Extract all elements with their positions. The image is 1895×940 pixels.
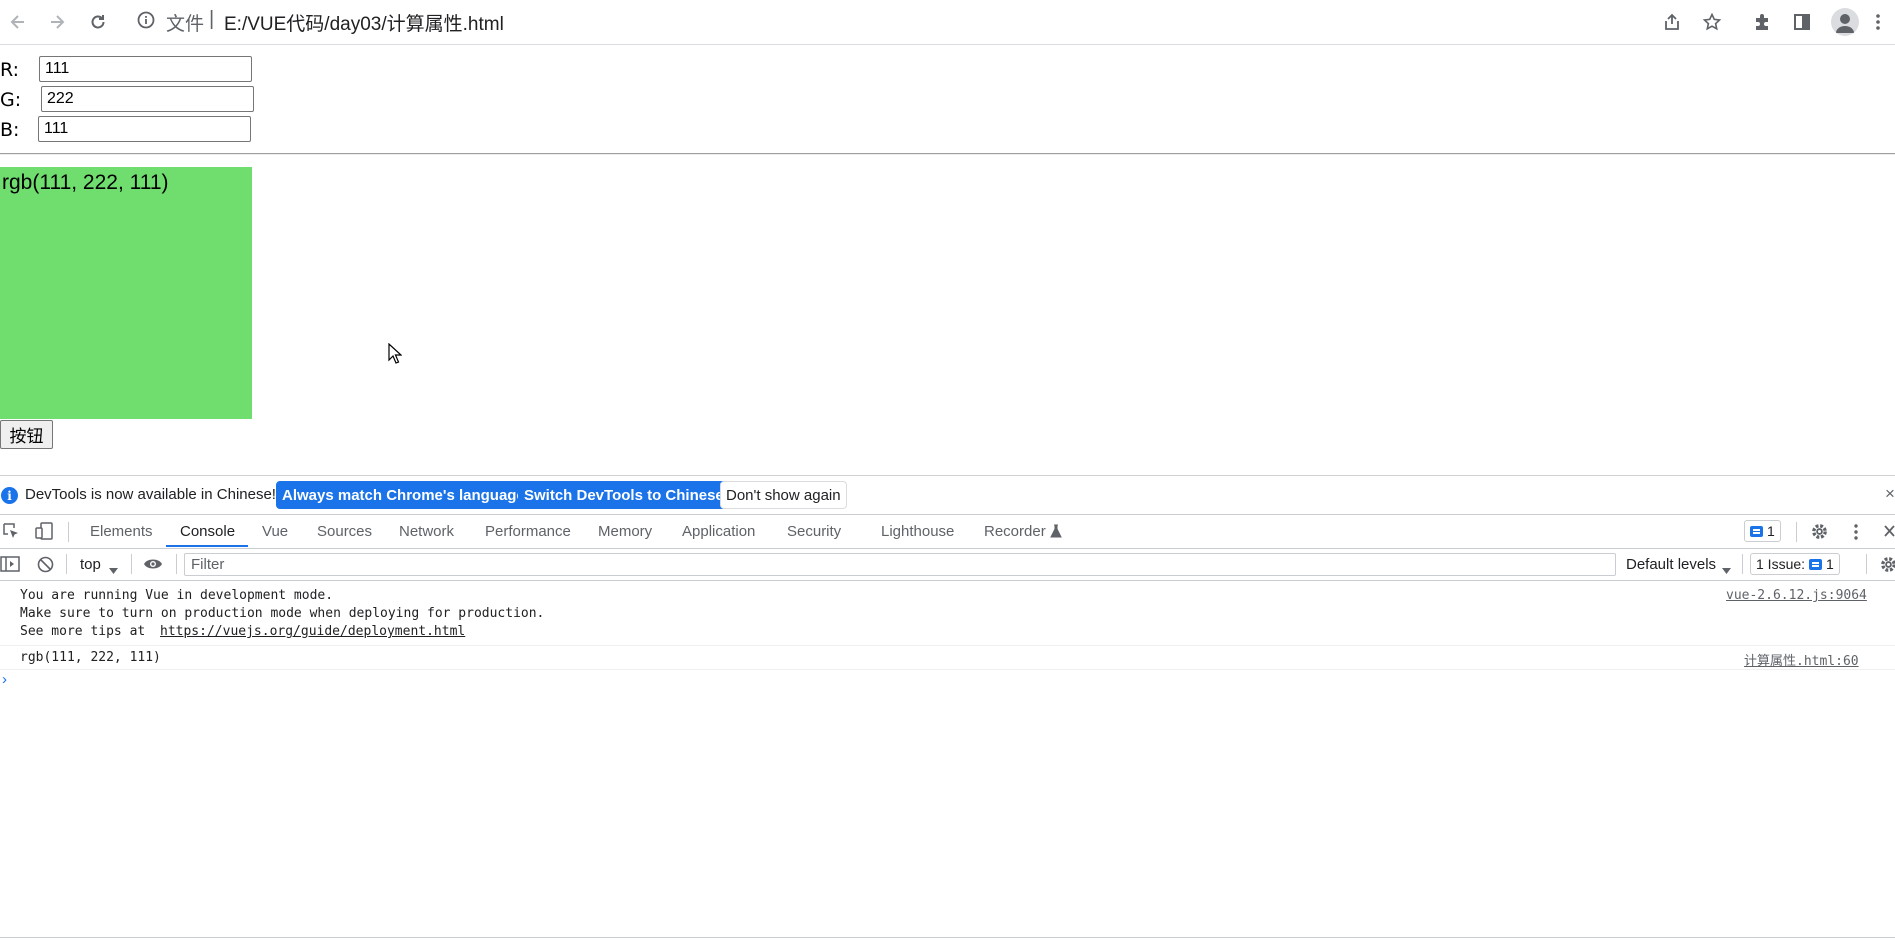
- close-devtools-icon[interactable]: [1884, 524, 1895, 543]
- page-button[interactable]: 按钮: [0, 420, 53, 449]
- info-icon: i: [1, 487, 18, 504]
- back-icon[interactable]: [6, 10, 30, 34]
- dont-show-again-button[interactable]: Don't show again: [720, 481, 847, 509]
- console-filter-input[interactable]: Filter: [184, 553, 1616, 576]
- chevron-down-icon: [109, 561, 118, 579]
- device-toolbar-icon[interactable]: [34, 521, 54, 546]
- site-info-icon[interactable]: [136, 10, 156, 35]
- issues-label: 1 Issue:: [1756, 556, 1806, 572]
- flask-icon: [1050, 524, 1062, 543]
- tab-elements[interactable]: Elements: [90, 523, 153, 540]
- console-message-line: Make sure to turn on production mode whe…: [20, 606, 545, 621]
- r-input[interactable]: [39, 56, 252, 82]
- b-input[interactable]: [38, 116, 251, 142]
- field-label-g: G:: [0, 89, 22, 111]
- tab-console[interactable]: Console: [180, 523, 235, 540]
- page-content: R: G: B: rgb(111, 222, 111) 按钮: [0, 45, 1895, 475]
- sidebar-toggle-icon[interactable]: [0, 556, 20, 577]
- issues-counter-button[interactable]: 1 Issue: 1: [1750, 553, 1840, 575]
- message-icon: [1809, 558, 1823, 570]
- address-separator: |: [209, 8, 215, 30]
- console-prompt[interactable]: ›: [2, 671, 7, 688]
- live-expression-eye-icon[interactable]: [143, 557, 163, 576]
- infobar-close-icon[interactable]: ×: [1885, 484, 1895, 504]
- field-label-b: B:: [0, 119, 20, 141]
- separator: [1742, 554, 1743, 574]
- share-icon[interactable]: [1660, 10, 1684, 34]
- language-infobar: i DevTools is now available in Chinese! …: [0, 476, 1895, 515]
- more-menu-icon[interactable]: [1866, 10, 1890, 34]
- star-icon[interactable]: [1700, 10, 1724, 34]
- clear-console-icon[interactable]: [37, 556, 54, 578]
- separator: [176, 554, 177, 574]
- tab-performance[interactable]: Performance: [485, 523, 571, 540]
- inspect-element-icon[interactable]: [2, 522, 20, 545]
- issues-count: 1: [1826, 556, 1834, 572]
- color-swatch: rgb(111, 222, 111): [0, 167, 252, 419]
- tab-network[interactable]: Network: [399, 523, 454, 540]
- color-swatch-text: rgb(111, 222, 111): [2, 171, 169, 194]
- message-icon: [1750, 525, 1763, 537]
- devtools-tabbar: Elements Console Vue Sources Network Per…: [0, 515, 1895, 549]
- separator: [66, 554, 67, 574]
- address-scheme: 文件: [166, 14, 205, 35]
- console-message-line: You are running Vue in development mode.: [20, 588, 334, 603]
- message-source-link[interactable]: 计算属性.html:60: [1744, 650, 1859, 669]
- extensions-icon[interactable]: [1750, 10, 1774, 34]
- tab-vue[interactable]: Vue: [262, 523, 288, 540]
- message-divider: [0, 645, 1895, 646]
- issues-badge[interactable]: 1: [1744, 520, 1781, 542]
- tab-security[interactable]: Security: [787, 523, 841, 540]
- forward-icon[interactable]: [45, 10, 69, 34]
- window-bottom-border: [0, 937, 1895, 938]
- context-selector[interactable]: top: [80, 556, 101, 573]
- separator: [1866, 554, 1867, 574]
- console-toolbar: top Filter Default levels 1 Issue: 1: [0, 549, 1895, 581]
- separator: [1796, 522, 1797, 542]
- g-input[interactable]: [41, 86, 254, 112]
- mouse-cursor-icon: [388, 342, 403, 370]
- tab-memory[interactable]: Memory: [598, 523, 652, 540]
- profile-avatar-icon[interactable]: [1831, 8, 1859, 36]
- infobar-message: DevTools is now available in Chinese!: [25, 486, 276, 503]
- log-levels-dropdown[interactable]: Default levels: [1626, 556, 1716, 573]
- message-divider: [0, 669, 1895, 670]
- sidebar-icon[interactable]: [1790, 10, 1814, 34]
- always-match-language-button[interactable]: Always match Chrome's language: [276, 481, 531, 509]
- tab-sources[interactable]: Sources: [317, 523, 372, 540]
- chevron-down-icon: [1722, 561, 1731, 579]
- deployment-guide-link[interactable]: https://vuejs.org/guide/deployment.html: [160, 624, 465, 639]
- address-bar[interactable]: E:/VUE代码/day03/计算属性.html: [224, 9, 504, 36]
- console-settings-gear-icon[interactable]: [1879, 555, 1895, 579]
- reload-icon[interactable]: [86, 10, 110, 34]
- field-label-r: R:: [0, 59, 20, 81]
- tab-application[interactable]: Application: [682, 523, 755, 540]
- tab-recorder[interactable]: Recorder: [984, 523, 1046, 540]
- divider: [0, 153, 1895, 155]
- tab-lighthouse[interactable]: Lighthouse: [881, 523, 954, 540]
- settings-gear-icon[interactable]: [1810, 522, 1829, 546]
- devtools-more-icon[interactable]: [1853, 523, 1859, 546]
- console-message-line: See more tips at: [20, 624, 154, 639]
- separator: [68, 522, 69, 542]
- active-tab-indicator: [166, 545, 248, 547]
- console-message-line: rgb(111, 222, 111): [20, 650, 161, 665]
- devtools-panel: i DevTools is now available in Chinese! …: [0, 475, 1895, 940]
- separator: [131, 554, 132, 574]
- filter-placeholder: Filter: [191, 556, 225, 573]
- issues-badge-count: 1: [1767, 523, 1775, 539]
- browser-toolbar: 文件 | E:/VUE代码/day03/计算属性.html: [0, 0, 1895, 45]
- message-source-link[interactable]: vue-2.6.12.js:9064: [1726, 588, 1867, 603]
- switch-to-chinese-button[interactable]: Switch DevTools to Chinese: [518, 481, 730, 509]
